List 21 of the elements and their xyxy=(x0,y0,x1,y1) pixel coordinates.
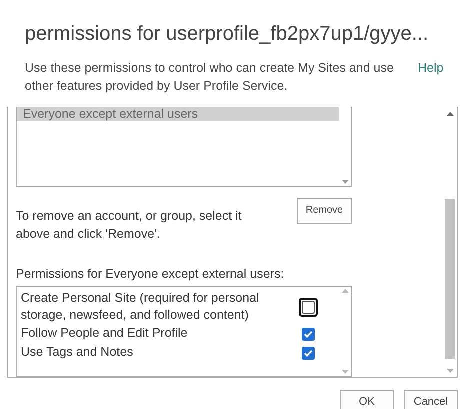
accounts-listbox[interactable]: Everyone except external users xyxy=(16,107,352,187)
dialog-button[interactable]: OK xyxy=(340,390,394,409)
permission-label: Create Personal Site (required for personal storage, newsfeed, and followed content) xyxy=(21,290,260,324)
permission-label: Follow People and Edit Profile xyxy=(21,325,189,342)
remove-button[interactable]: Remove xyxy=(297,198,352,224)
account-item[interactable]: Everyone except external users xyxy=(17,107,339,121)
scroll-up-icon[interactable] xyxy=(446,112,454,116)
dialog-title: permissions for userprofile_fb2px7up1/gyye... xyxy=(24,22,430,46)
scroll-down-icon[interactable] xyxy=(342,180,348,184)
checkbox[interactable] xyxy=(302,346,315,360)
permission-label: Use Tags and Notes xyxy=(21,344,134,362)
scrollbar-thumb[interactable] xyxy=(445,199,455,359)
remove-hint-text: To remove an account, or group, select it above and click 'Remove'. xyxy=(16,208,243,243)
checkbox[interactable] xyxy=(302,300,315,314)
description-text: Use these permissions to control who can create My Sites and use other features provided by User Profile Service. xyxy=(25,60,395,95)
permissions-label: Permissions for Everyone except external users: xyxy=(16,266,286,283)
help-link[interactable]: Help xyxy=(418,60,444,95)
scroll-down-icon[interactable] xyxy=(446,369,454,373)
dialog-button[interactable]: Cancel xyxy=(404,390,458,409)
scroll-down-icon[interactable] xyxy=(342,370,348,374)
checkbox[interactable] xyxy=(302,328,315,341)
